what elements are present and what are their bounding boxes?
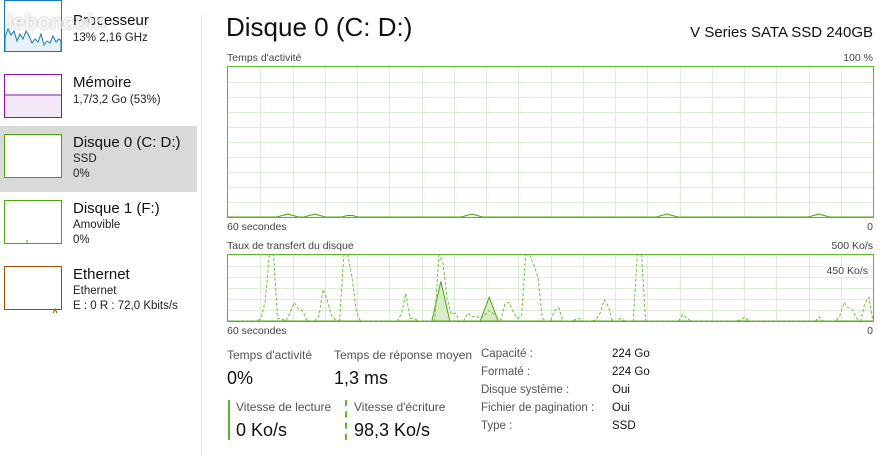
sidebar-item-detail: SSD bbox=[73, 153, 97, 165]
prop-capacity-value: 224 Go bbox=[612, 348, 650, 360]
read-peak bbox=[479, 295, 499, 321]
read-stat-value: 0 Ko/s bbox=[236, 420, 288, 440]
sidebar-item-detail: 13% 2,16 GHz bbox=[73, 32, 148, 44]
page-title: Disque 0 (C: D:) bbox=[226, 12, 413, 42]
panel-divider bbox=[201, 14, 202, 455]
prop-system-disk-key: Disque système : bbox=[481, 384, 570, 396]
transfer-chart bbox=[227, 254, 874, 322]
sidebar-item-detail: Amovible bbox=[73, 219, 121, 231]
response-stat-value: 1,3 ms bbox=[334, 368, 389, 388]
sidebar-item-label: Mémoire bbox=[73, 74, 132, 91]
disk-model: V Series SATA SSD 240GB bbox=[690, 24, 873, 41]
transfer-chart-label: Taux de transfert du disque bbox=[227, 240, 354, 252]
activity-chart-label: Temps d'activité bbox=[227, 52, 302, 64]
sidebar-item-usage: E : 0 R : 72,0 Kbits/s bbox=[73, 300, 178, 312]
sidebar-item-label: Ethernet bbox=[73, 266, 130, 283]
transfer-time-label: 60 secondes bbox=[227, 325, 287, 337]
write-speed-indicator bbox=[345, 400, 347, 440]
sidebar-item-usage: 0% bbox=[73, 168, 90, 180]
sidebar: Processeur 13% 2,16 GHz Mémoire 1,7/3,2 … bbox=[0, 0, 198, 465]
prop-capacity-key: Capacité : bbox=[481, 348, 533, 360]
disk1-thumbnail bbox=[4, 200, 62, 244]
write-stat-value: 98,3 Ko/s bbox=[354, 420, 431, 440]
sidebar-item-label: Disque 1 (F:) bbox=[73, 200, 160, 217]
cpu-thumbnail bbox=[4, 0, 62, 52]
activity-stat-value: 0% bbox=[227, 368, 254, 388]
chart-grid bbox=[228, 255, 873, 321]
prop-formatted-value: 224 Go bbox=[612, 366, 650, 378]
memory-thumbnail bbox=[4, 74, 62, 118]
sidebar-item-disque-0[interactable]: Disque 0 (C: D:) SSD 0% bbox=[0, 126, 197, 192]
prop-pagefile-value: Oui bbox=[612, 402, 630, 414]
prop-system-disk-value: Oui bbox=[612, 384, 630, 396]
sidebar-item-detail: Ethernet bbox=[73, 285, 117, 297]
sidebar-item-memoire[interactable]: Mémoire 1,7/3,2 Go (53%) bbox=[0, 66, 197, 132]
prop-formatted-key: Formaté : bbox=[481, 366, 531, 378]
read-speed-indicator bbox=[228, 400, 230, 440]
sidebar-item-label: Disque 0 (C: D:) bbox=[73, 134, 181, 151]
activity-min-label: 0 bbox=[867, 221, 873, 233]
transfer-mid-label: 450 Ko/s bbox=[825, 265, 869, 277]
sidebar-item-label: Processeur bbox=[73, 12, 149, 29]
disk0-thumbnail bbox=[4, 134, 62, 178]
activity-chart-max: 100 % bbox=[843, 52, 873, 64]
read-stat-label: Vitesse de lecture bbox=[236, 400, 332, 414]
chart-grid bbox=[228, 67, 873, 217]
sidebar-item-detail: 1,7/3,2 Go (53%) bbox=[73, 94, 161, 106]
read-peak bbox=[431, 281, 451, 321]
sidebar-item-usage: 0% bbox=[73, 234, 90, 246]
activity-time-label: 60 secondes bbox=[227, 221, 287, 233]
response-stat-label: Temps de réponse moyen bbox=[334, 348, 473, 362]
sidebar-item-ethernet[interactable]: Ethernet Ethernet E : 0 R : 72,0 Kbits/s bbox=[0, 258, 197, 324]
activity-chart bbox=[227, 66, 874, 218]
transfer-min-label: 0 bbox=[867, 325, 873, 337]
sidebar-item-disque-1[interactable]: Disque 1 (F:) Amovible 0% bbox=[0, 192, 197, 258]
prop-type-value: SSD bbox=[612, 420, 636, 432]
prop-type-key: Type : bbox=[481, 420, 513, 432]
prop-pagefile-key: Fichier de pagination : bbox=[481, 402, 595, 414]
activity-stat-label: Temps d'activité bbox=[227, 348, 312, 362]
ethernet-thumbnail bbox=[4, 266, 62, 313]
transfer-chart-max: 500 Ko/s bbox=[831, 240, 873, 252]
sidebar-item-processeur[interactable]: Processeur 13% 2,16 GHz bbox=[0, 0, 197, 66]
write-stat-label: Vitesse d'écriture bbox=[354, 400, 446, 414]
